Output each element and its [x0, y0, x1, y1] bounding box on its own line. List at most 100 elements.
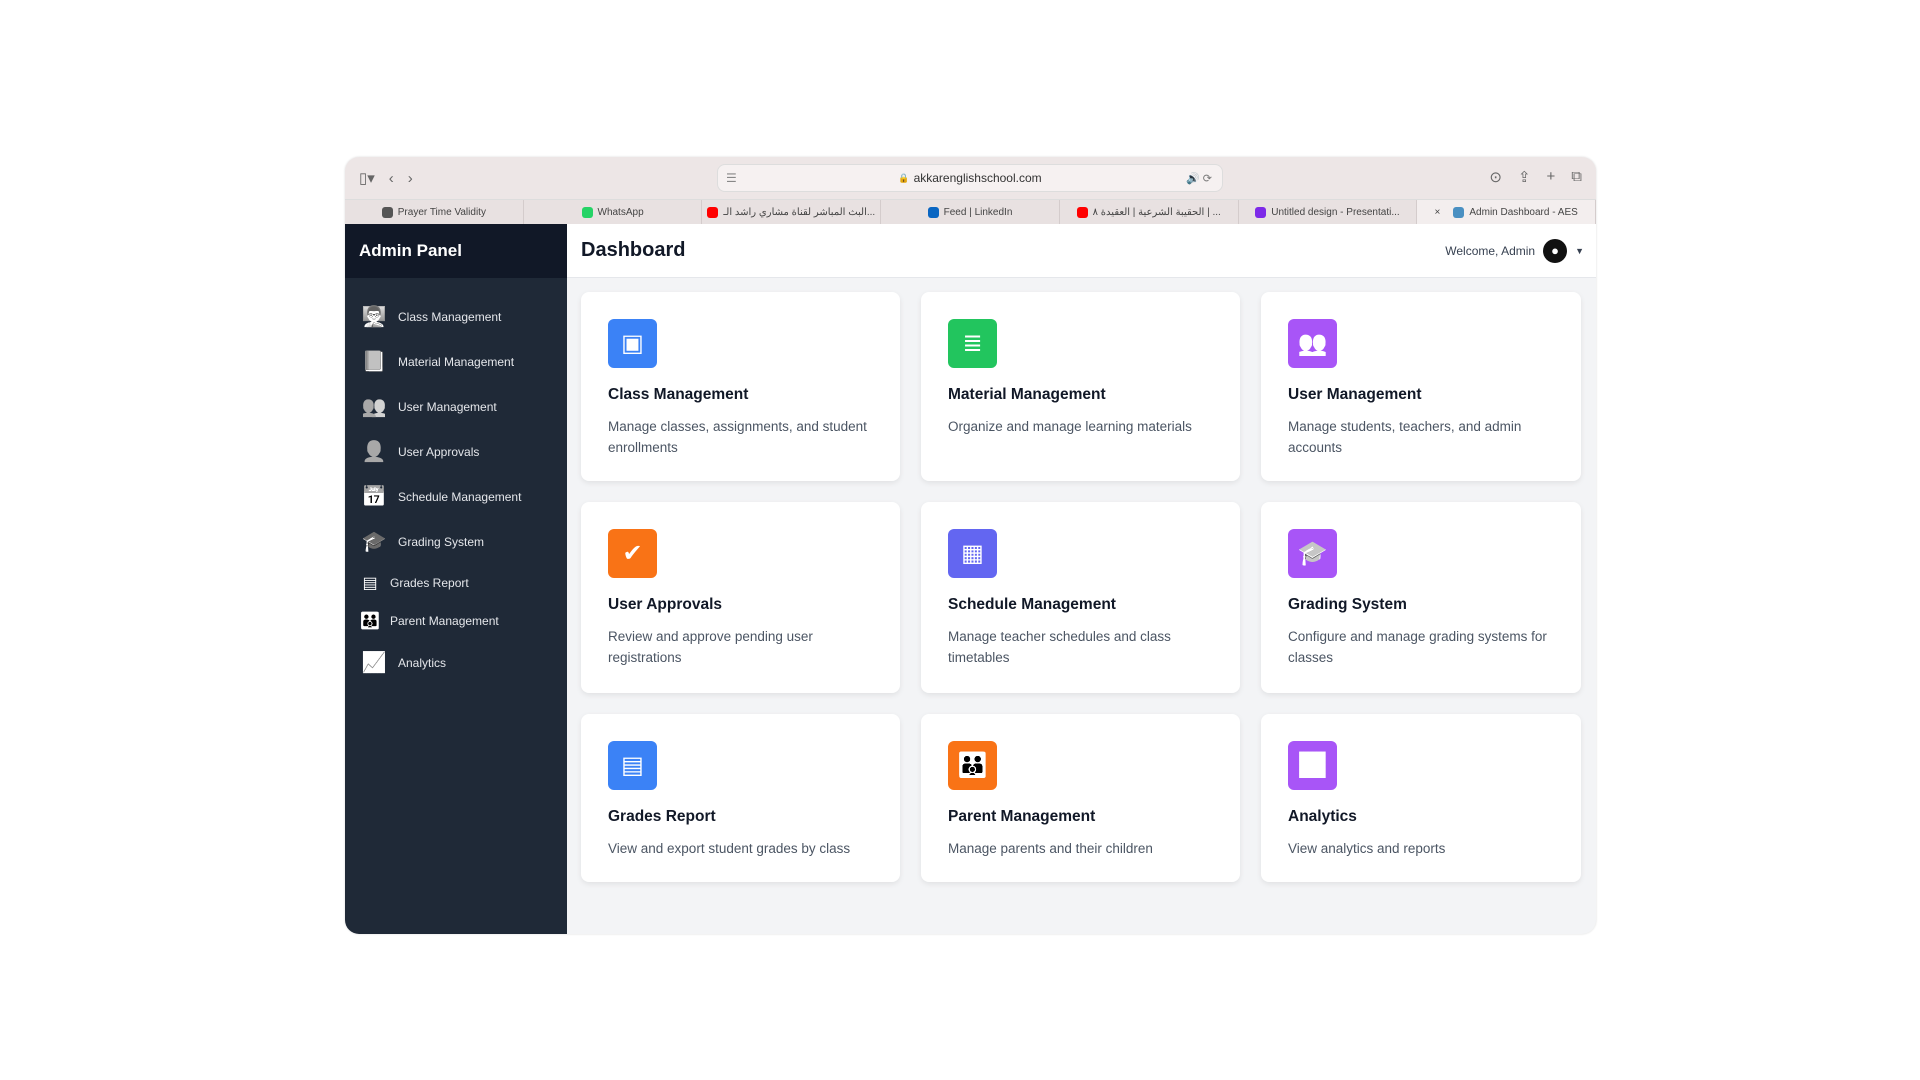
tab-label: البث المباشر لقناة مشاري راشد الـ... [723, 206, 876, 218]
tab-label: Untitled design - Presentati... [1271, 206, 1400, 218]
dashboard-card[interactable]: ✔ User Approvals Review and approve pendin… [581, 502, 900, 693]
user-menu[interactable]: Welcome, Admin ● ▼ [1445, 238, 1584, 263]
browser-tab[interactable]: Prayer Time Validity [345, 200, 524, 224]
card-description: Manage teacher schedules and class timet… [948, 629, 1171, 665]
site-icon [1453, 206, 1465, 218]
close-tab-icon[interactable]: × [1435, 207, 1441, 218]
sidebar-title: Admin Panel [345, 224, 567, 278]
book-icon: 📘 [361, 351, 387, 373]
card-title: Schedule Management [948, 596, 1116, 613]
browser-tab[interactable]: البث المباشر لقناة مشاري راشد الـ... [702, 200, 882, 224]
chart-line-icon: 📈 [1288, 741, 1337, 790]
tab-bar: Prayer Time Validity WhatsApp البث المباشر… [345, 199, 1596, 224]
dashboard-card[interactable]: 👪 Parent Management Manage parents and the… [921, 714, 1240, 882]
sidebar-item[interactable]: 👤 User Approvals [345, 429, 567, 474]
card-description: View and export student grades by class [608, 841, 851, 856]
sidebar-item[interactable]: 👪 Parent Management [345, 602, 567, 640]
sidebar-toggle-icon[interactable]: ▯▾ [359, 169, 375, 187]
page-title: Dashboard [581, 239, 686, 261]
welcome-text: Welcome, Admin [1445, 243, 1536, 258]
sidebar-item[interactable]: 👨‍🏫 Class Management [345, 294, 567, 339]
user-check-icon: 👤 [361, 441, 387, 463]
sidebar-item-label: Material Management [398, 354, 515, 369]
book-icon: ≣ [948, 319, 997, 368]
linkedin-icon [927, 206, 939, 218]
users-icon: 👥 [1288, 319, 1337, 368]
tabs-overview-icon[interactable]: ⧉ [1571, 168, 1582, 186]
youtube-icon [707, 206, 719, 218]
sidebar-item-label: Grading System [398, 534, 485, 549]
sidebar-item-label: Analytics [398, 655, 447, 670]
sidebar-nav: 👨‍🏫 Class Management 📘 Material Management 👥… [345, 278, 567, 685]
gear-icon [381, 206, 393, 218]
sidebar-item[interactable]: ▤ Grades Report [345, 564, 567, 602]
calendar-icon: 📅 [361, 486, 387, 508]
sidebar: Admin Panel 👨‍🏫 Class Management 📘 Material… [345, 224, 567, 934]
browser-tab[interactable]: Untitled design - Presentati... [1239, 200, 1418, 224]
card-title: Class Management [608, 386, 749, 403]
card-description: Organize and manage learning materials [948, 419, 1192, 434]
browser-tab[interactable]: Feed | LinkedIn [881, 200, 1060, 224]
graduation-cap-icon: 🎓 [361, 531, 387, 553]
card-description: Review and approve pending user registra… [608, 629, 813, 665]
tab-label: Admin Dashboard - AES [1469, 206, 1578, 218]
browser-tab[interactable]: الحقيبة الشرعية | العقيدة ٨ | ... [1060, 200, 1239, 224]
dashboard-card[interactable]: 👥 User Management Manage students, teacher… [1261, 292, 1581, 481]
card-title: Parent Management [948, 808, 1096, 825]
sidebar-item[interactable]: 📈 Analytics [345, 640, 567, 685]
user-check-icon: ✔ [608, 529, 657, 578]
chalkboard-teacher-icon: 👨‍🏫 [361, 306, 387, 328]
address-bar[interactable]: ☰ 🔒 akkarenglishschool.com 🔊 ⟳ [717, 164, 1223, 192]
dashboard-card[interactable]: ▣ Class Management Manage classes, assignm… [581, 292, 900, 481]
card-title: Analytics [1288, 808, 1357, 825]
dashboard-card[interactable]: ▤ Grades Report View and export student gr… [581, 714, 900, 882]
chalkboard-teacher-icon: ▣ [608, 319, 657, 368]
dashboard-card[interactable]: 🎓 Grading System Configure and manage grad… [1261, 502, 1581, 693]
sidebar-item-label: User Approvals [398, 444, 480, 459]
tab-label: Prayer Time Validity [397, 206, 486, 218]
dashboard-card[interactable]: ▦ Schedule Management Manage teacher sched… [921, 502, 1240, 693]
sidebar-item[interactable]: 👥 User Management [345, 384, 567, 429]
canva-icon [1255, 206, 1267, 218]
sidebar-item-label: Class Management [398, 309, 502, 324]
dashboard-cards: ▣ Class Management Manage classes, assignm… [567, 278, 1596, 903]
browser-tab[interactable]: WhatsApp [524, 200, 703, 224]
forward-icon[interactable]: › [408, 170, 413, 187]
dashboard-card[interactable]: ≣ Material Management Organize and manage … [921, 292, 1240, 481]
graduation-cap-icon: 🎓 [1288, 529, 1337, 578]
user-friends-icon: 👪 [948, 741, 997, 790]
table-icon: ▤ [608, 741, 657, 790]
chevron-down-icon[interactable]: ▼ [1575, 246, 1584, 256]
tab-label: Feed | LinkedIn [943, 206, 1013, 218]
card-description: Manage parents and their children [948, 841, 1153, 856]
sidebar-item-label: Grades Report [390, 576, 469, 590]
back-icon[interactable]: ‹ [389, 170, 394, 187]
share-icon[interactable]: ⇪ [1518, 168, 1531, 186]
chart-line-icon: 📈 [361, 652, 387, 674]
url-text: akkarenglishschool.com [913, 171, 1042, 185]
download-icon[interactable]: ⊙ [1489, 168, 1502, 186]
card-description: View analytics and reports [1288, 841, 1446, 856]
header: Dashboard Welcome, Admin ● ▼ [567, 224, 1596, 278]
sidebar-item[interactable]: 📘 Material Management [345, 339, 567, 384]
sidebar-item[interactable]: 📅 Schedule Management [345, 474, 567, 519]
user-friends-icon: 👪 [360, 613, 380, 630]
new-tab-icon[interactable]: + [1547, 168, 1556, 186]
dashboard-card[interactable]: 📈 Analytics View analytics and reports [1261, 714, 1581, 882]
card-description: Manage classes, assignments, and student… [608, 419, 867, 455]
sidebar-item-label: Schedule Management [398, 489, 522, 504]
page-menu-icon[interactable]: ☰ [726, 171, 737, 185]
card-title: Material Management [948, 386, 1106, 403]
users-icon: 👥 [361, 396, 387, 418]
reload-icon[interactable]: 🔊 ⟳ [1186, 172, 1212, 185]
card-title: User Approvals [608, 596, 722, 613]
browser-tab[interactable]: × Admin Dashboard - AES [1417, 200, 1596, 224]
whatsapp-icon [581, 206, 593, 218]
browser-window: ▯▾ ‹ › ☰ 🔒 akkarenglishschool.com 🔊 ⟳ ⊙ … [345, 157, 1596, 934]
lock-icon: 🔒 [898, 172, 910, 183]
tab-label: الحقيبة الشرعية | العقيدة ٨ | ... [1092, 206, 1221, 218]
avatar-icon[interactable]: ● [1543, 238, 1568, 263]
card-title: Grading System [1288, 596, 1407, 613]
sidebar-item[interactable]: 🎓 Grading System [345, 519, 567, 564]
sidebar-item-label: Parent Management [390, 614, 499, 628]
